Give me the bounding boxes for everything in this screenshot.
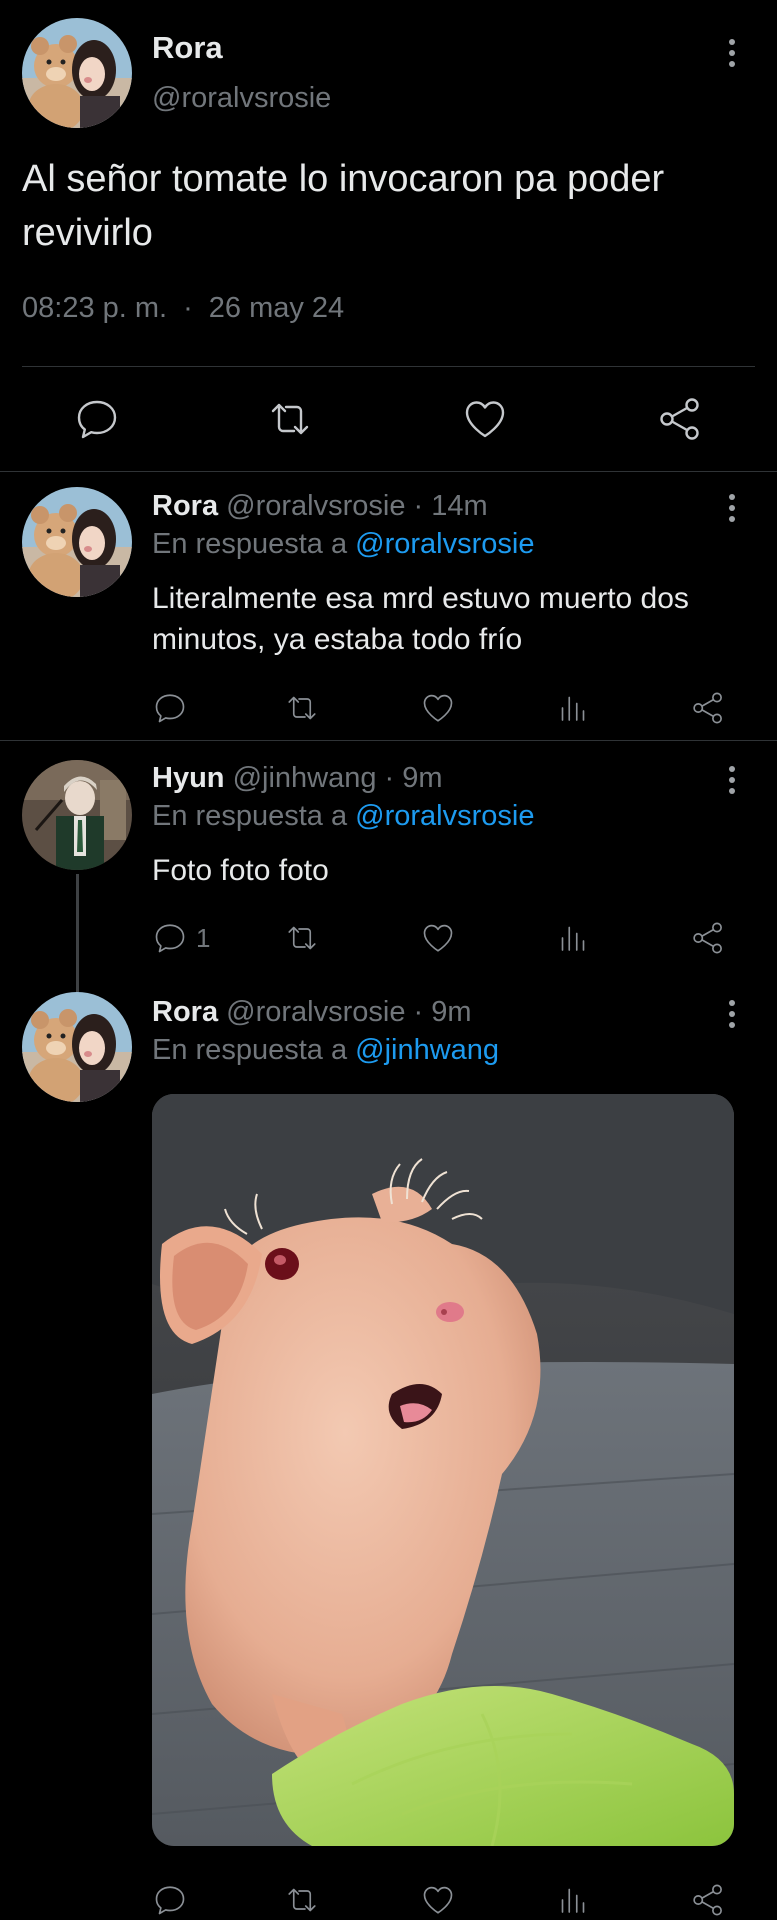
- analytics-icon[interactable]: [555, 918, 591, 958]
- like-icon[interactable]: [420, 688, 456, 728]
- avatar[interactable]: [22, 760, 132, 870]
- avatar[interactable]: [22, 487, 132, 597]
- reply-text: Foto foto foto: [152, 854, 329, 887]
- replying-to-label: En respuesta a: [152, 800, 348, 832]
- avatar[interactable]: [22, 992, 132, 1102]
- more-options-icon[interactable]: [722, 760, 742, 800]
- replying-to-handle[interactable]: @roralvsrosie: [355, 528, 534, 560]
- author-handle[interactable]: @roralvsrosie: [226, 490, 405, 522]
- reply-actions: [0, 688, 777, 728]
- reply-tweet[interactable]: Hyun @jinhwang · 9m En respuesta a @rora…: [0, 742, 777, 994]
- share-icon[interactable]: [656, 395, 704, 443]
- replying-to-label: En respuesta a: [152, 1034, 348, 1066]
- reply-text: Literalmente esa mrd estuvo muerto dos m…: [152, 582, 689, 656]
- replying-to-label: En respuesta a: [152, 528, 348, 560]
- retweet-icon[interactable]: [284, 918, 320, 958]
- author-handle[interactable]: @roralvsrosie: [226, 996, 405, 1028]
- author-handle[interactable]: @roralvsrosie: [152, 82, 331, 115]
- tweet-text: Al señor tomate lo invocaron pa poder re…: [22, 158, 665, 254]
- reply-icon[interactable]: [152, 1880, 196, 1920]
- main-tweet: Rora @roralvsrosie Al señor tomate lo in…: [0, 0, 777, 472]
- more-options-icon[interactable]: [722, 994, 742, 1034]
- more-options-icon[interactable]: [722, 488, 742, 528]
- share-icon[interactable]: [690, 688, 726, 728]
- like-icon[interactable]: [461, 395, 509, 443]
- author-handle[interactable]: @jinhwang: [233, 762, 377, 794]
- reply-header: Rora @roralvsrosie · 9m: [152, 996, 472, 1029]
- reply-tweet[interactable]: Rora @roralvsrosie · 14m En respuesta a …: [0, 472, 777, 742]
- author-name[interactable]: Rora: [152, 996, 218, 1028]
- retweet-icon[interactable]: [284, 688, 320, 728]
- reply-header: Rora @roralvsrosie · 14m: [152, 490, 488, 523]
- avatar[interactable]: [22, 18, 132, 128]
- meta-separator: ·: [183, 292, 193, 324]
- tweet-age: · 9m: [384, 762, 443, 794]
- replying-to-handle[interactable]: @roralvsrosie: [355, 800, 534, 832]
- reply-icon[interactable]: 1: [152, 918, 210, 958]
- replying-to: En respuesta a @jinhwang: [152, 1034, 499, 1067]
- tweet-date: 26 may 24: [208, 292, 345, 324]
- author-name[interactable]: Hyun: [152, 762, 225, 794]
- tweet-age: · 14m: [413, 490, 488, 522]
- reply-actions: 1: [0, 918, 777, 958]
- reply-actions: [0, 1880, 777, 1920]
- like-icon[interactable]: [420, 918, 456, 958]
- replying-to-handle[interactable]: @jinhwang: [355, 1034, 499, 1066]
- retweet-icon[interactable]: [284, 1880, 320, 1920]
- tweet-time: 08:23 p. m.: [22, 292, 168, 324]
- more-options-icon[interactable]: [722, 33, 742, 73]
- share-icon[interactable]: [690, 1880, 726, 1920]
- share-icon[interactable]: [690, 918, 726, 958]
- divider: [22, 366, 755, 367]
- retweet-icon[interactable]: [266, 395, 314, 443]
- author-name[interactable]: Rora: [152, 490, 218, 522]
- tweet-timestamp: 08:23 p. m. · 26 may 24: [22, 292, 344, 325]
- replying-to: En respuesta a @roralvsrosie: [152, 528, 534, 561]
- tweet-age: · 9m: [413, 996, 472, 1028]
- main-tweet-actions: [0, 395, 777, 445]
- author-name[interactable]: Rora: [152, 30, 223, 66]
- divider: [0, 740, 777, 741]
- analytics-icon[interactable]: [555, 1880, 591, 1920]
- analytics-icon[interactable]: [555, 688, 591, 728]
- like-icon[interactable]: [420, 1880, 456, 1920]
- tweet-media-image[interactable]: [152, 1094, 734, 1846]
- reply-icon[interactable]: [152, 688, 196, 728]
- replying-to: En respuesta a @roralvsrosie: [152, 800, 534, 833]
- reply-icon[interactable]: [73, 395, 121, 443]
- reply-header: Hyun @jinhwang · 9m: [152, 762, 443, 795]
- reply-count: 1: [196, 922, 211, 953]
